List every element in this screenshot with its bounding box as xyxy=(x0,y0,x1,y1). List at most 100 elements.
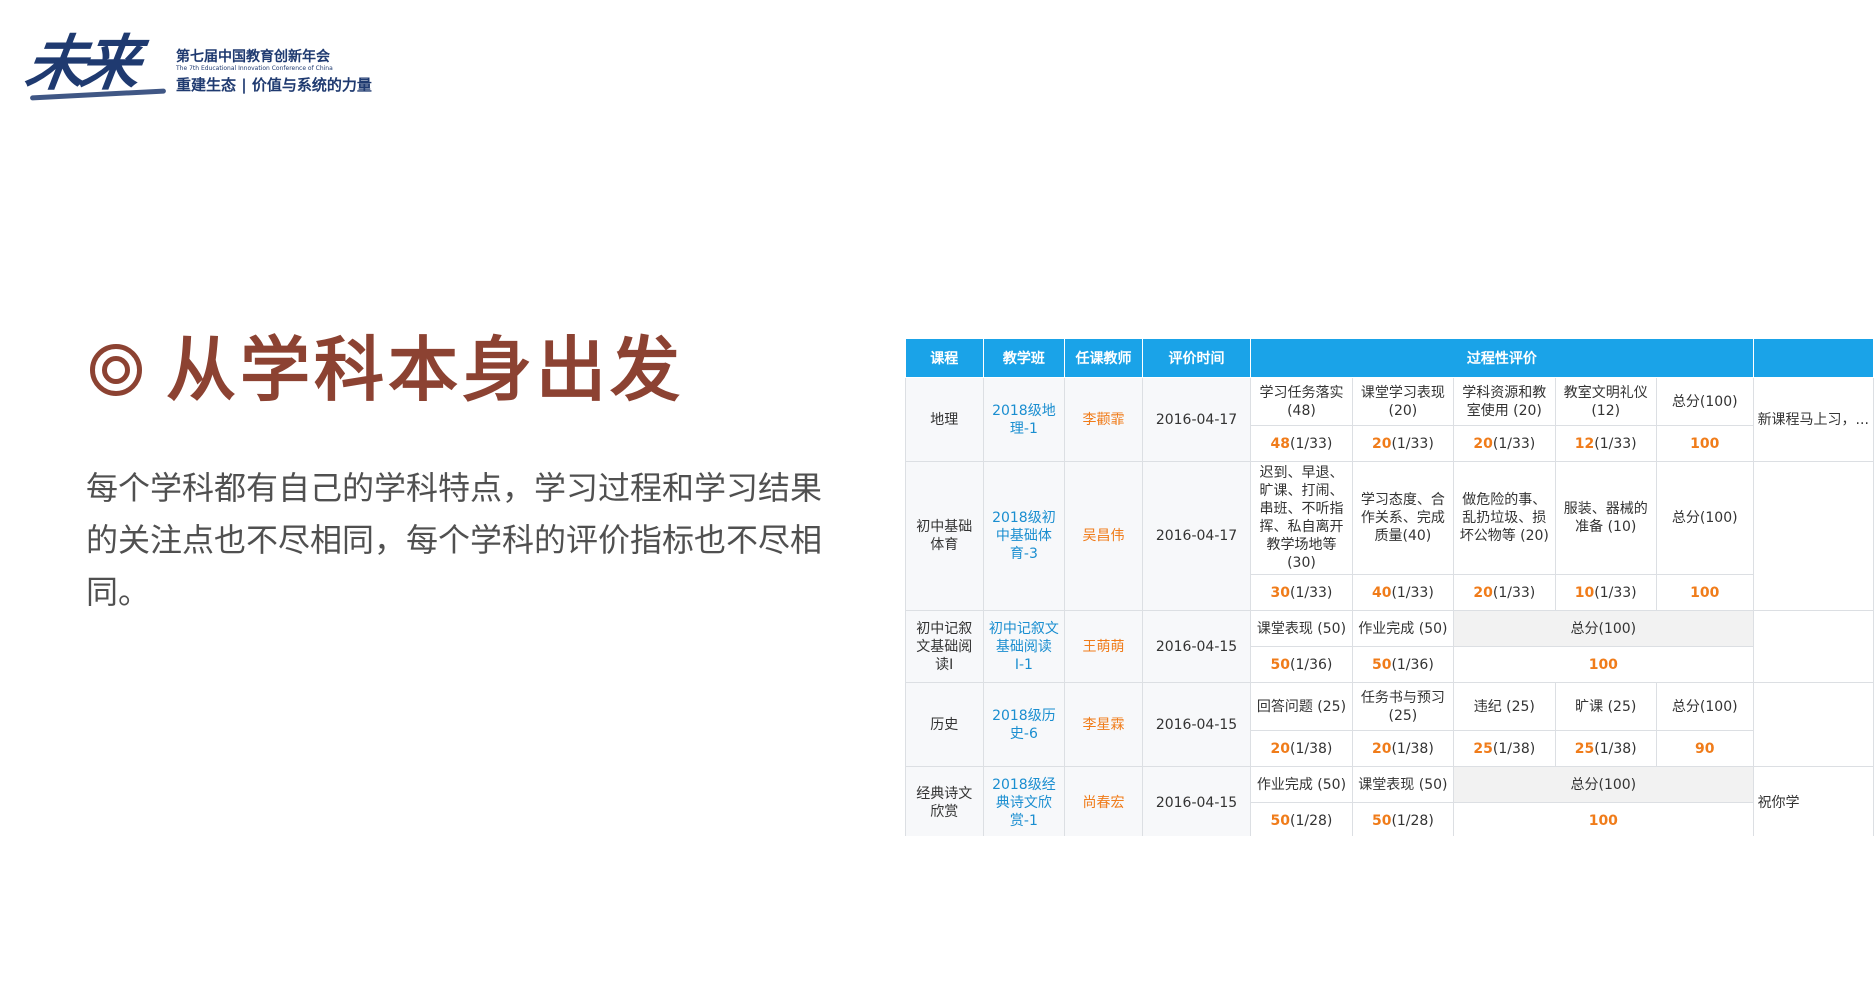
score-value: 48 xyxy=(1270,435,1291,452)
cell-class-link[interactable]: 初中记叙文基础阅读Ⅰ-1 xyxy=(982,610,1066,683)
score-value: 50 xyxy=(1371,656,1392,673)
header-extra xyxy=(1752,338,1874,378)
score-rank: (1/36) xyxy=(1391,656,1434,673)
table-row: 初中记叙文基础阅读Ⅰ 初中记叙文基础阅读Ⅰ-1 王萌萌 2016-04-15 课… xyxy=(905,610,1874,683)
cell-teacher: 吴昌伟 xyxy=(1064,461,1143,611)
cell-criterion: 总分(100) xyxy=(1453,610,1754,647)
score-value: 50 xyxy=(1371,812,1392,829)
score-rank: (1/33) xyxy=(1594,584,1637,601)
score-rank: (1/33) xyxy=(1391,435,1434,452)
score-rank: (1/38) xyxy=(1594,740,1637,757)
cell-course: 初中记叙文基础阅读Ⅰ xyxy=(905,610,984,683)
cell-criterion: 服装、器械的准备 (10) xyxy=(1554,461,1657,575)
cell-criterion: 迟到、早退、旷课、打闹、串班、不听指挥、私自离开教学场地等 (30) xyxy=(1250,461,1353,575)
score-value: 40 xyxy=(1371,584,1392,601)
cell-criterion: 旷课 (25) xyxy=(1554,682,1657,731)
cell-class-link[interactable]: 2018级经典诗文欣赏-1 xyxy=(982,766,1066,836)
body-paragraph: 每个学科都有自己的学科特点，学习过程和学习结果的关注点也不尽相同，每个学科的评价… xyxy=(86,469,823,611)
slide-heading: 从学科本身出发 xyxy=(90,330,684,410)
score-value: 20 xyxy=(1371,435,1392,452)
header-class: 教学班 xyxy=(982,338,1066,378)
cell-total: 100 xyxy=(1453,646,1754,683)
cell-teacher: 尚春宏 xyxy=(1064,766,1143,836)
cell-date: 2016-04-15 xyxy=(1141,682,1252,767)
cell-class-link[interactable]: 2018级地理-1 xyxy=(982,377,1066,462)
table-row: 地理 2018级地理-1 李颧霏 2016-04-17 学习任务落实(48) 课… xyxy=(905,377,1874,462)
cell-criterion: 回答问题 (25) xyxy=(1250,682,1353,731)
header-teacher: 任课教师 xyxy=(1064,338,1143,378)
cell-extra: 祝你学 xyxy=(1752,766,1874,836)
cell-total: 100 xyxy=(1453,802,1754,836)
table-header-row: 课程 教学班 任课教师 评价时间 过程性评价 xyxy=(905,338,1874,378)
cell-criterion: 总分(100) xyxy=(1655,461,1754,575)
score-rank: (1/28) xyxy=(1391,812,1434,829)
cell-criterion: 学习态度、合作关系、完成质量(40) xyxy=(1351,461,1455,575)
cell-teacher: 李星霖 xyxy=(1064,682,1143,767)
cell-criterion: 教室文明礼仪(12) xyxy=(1554,377,1657,426)
score-rank: (1/38) xyxy=(1492,740,1536,757)
cell-score: 12(1/33) xyxy=(1554,425,1657,462)
cell-criterion: 作业完成 (50) xyxy=(1250,766,1353,803)
cell-score: 48(1/33) xyxy=(1250,425,1353,462)
cell-score: 20(1/38) xyxy=(1351,730,1455,767)
cell-date: 2016-04-15 xyxy=(1141,766,1252,836)
score-value: 50 xyxy=(1270,812,1291,829)
cell-total: 100 xyxy=(1655,574,1754,611)
score-value: 20 xyxy=(1270,740,1291,757)
cell-date: 2016-04-17 xyxy=(1141,461,1252,611)
score-value: 10 xyxy=(1574,584,1595,601)
score-value: 50 xyxy=(1270,656,1291,673)
cell-course: 历史 xyxy=(905,682,984,767)
cell-score: 25(1/38) xyxy=(1453,730,1556,767)
cell-criterion: 学习任务落实(48) xyxy=(1250,377,1353,426)
cell-score: 20(1/38) xyxy=(1250,730,1353,767)
score-rank: (1/36) xyxy=(1290,656,1333,673)
cell-score: 20(1/33) xyxy=(1453,574,1556,611)
cell-course: 初中基础体育 xyxy=(905,461,984,611)
cell-score: 50(1/28) xyxy=(1351,802,1455,836)
cell-criterion: 课堂表现 (50) xyxy=(1250,610,1353,647)
cell-score: 50(1/36) xyxy=(1250,646,1353,683)
cell-criterion: 作业完成 (50) xyxy=(1351,610,1455,647)
cell-course: 经典诗文欣赏 xyxy=(905,766,984,836)
table-row: 初中基础体育 2018级初中基础体育-3 吴昌伟 2016-04-17 迟到、早… xyxy=(905,461,1874,611)
cell-score: 20(1/33) xyxy=(1453,425,1556,462)
cell-criterion: 任务书与预习(25) xyxy=(1351,682,1455,731)
table-row: 历史 2018级历史-6 李星霖 2016-04-15 回答问题 (25) 任务… xyxy=(905,682,1874,767)
cell-class-link[interactable]: 2018级初中基础体育-3 xyxy=(982,461,1066,611)
cell-score: 40(1/33) xyxy=(1351,574,1455,611)
score-value: 20 xyxy=(1473,584,1493,601)
cell-score: 50(1/28) xyxy=(1250,802,1353,836)
logo-mark: 未来 xyxy=(21,29,139,99)
score-rank: (1/33) xyxy=(1492,584,1536,601)
score-rank: (1/33) xyxy=(1290,584,1333,601)
evaluation-table: 课程 教学班 任课教师 评价时间 过程性评价 地理 2018级地理-1 李颧霏 … xyxy=(905,338,1874,836)
cell-teacher: 李颧霏 xyxy=(1064,377,1143,462)
cell-criterion: 课堂学习表现(20) xyxy=(1351,377,1455,426)
cell-teacher: 王萌萌 xyxy=(1064,610,1143,683)
score-rank: (1/28) xyxy=(1290,812,1333,829)
score-rank: (1/33) xyxy=(1391,584,1434,601)
logo-subtitle-en: The 7th Educational Innovation Conferenc… xyxy=(176,65,333,72)
cell-date: 2016-04-15 xyxy=(1141,610,1252,683)
cell-class-link[interactable]: 2018级历史-6 xyxy=(982,682,1066,767)
cell-total: 100 xyxy=(1655,425,1754,462)
cell-extra xyxy=(1752,610,1874,683)
heading-text: 从学科本身出发 xyxy=(166,328,684,411)
score-rank: (1/33) xyxy=(1492,435,1536,452)
cell-criterion: 总分(100) xyxy=(1655,377,1754,426)
logo-slogan: 重建生态 | 价值与系统的力量 xyxy=(176,76,372,94)
cell-criterion: 总分(100) xyxy=(1453,766,1754,803)
score-value: 25 xyxy=(1574,740,1595,757)
logo-title: 第七届中国教育创新年会 xyxy=(176,49,330,65)
score-value: 30 xyxy=(1270,584,1291,601)
score-value: 20 xyxy=(1371,740,1392,757)
header-course: 课程 xyxy=(905,338,984,378)
cell-score: 20(1/33) xyxy=(1351,425,1455,462)
cell-score: 10(1/33) xyxy=(1554,574,1657,611)
cell-extra: 新课程马上习，... xyxy=(1752,377,1874,462)
score-value: 20 xyxy=(1473,435,1493,452)
cell-score: 50(1/36) xyxy=(1351,646,1455,683)
cell-score: 30(1/33) xyxy=(1250,574,1353,611)
cell-criterion: 课堂表现 (50) xyxy=(1351,766,1455,803)
